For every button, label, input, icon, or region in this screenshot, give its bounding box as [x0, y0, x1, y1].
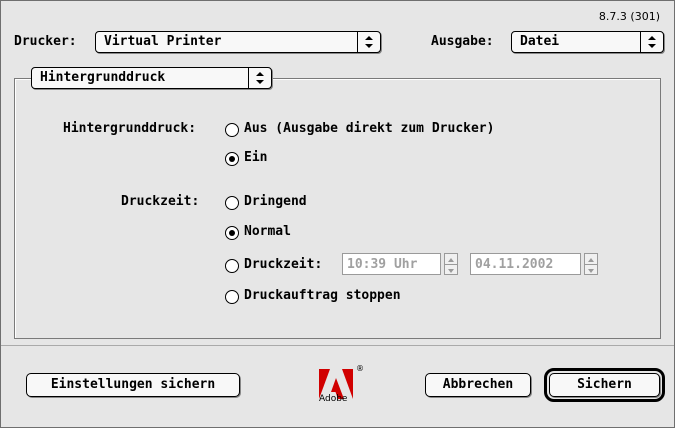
- printer-label: Drucker:: [14, 34, 77, 49]
- output-value: Datei: [520, 34, 560, 49]
- date-field[interactable]: 04.11.2002: [470, 253, 581, 275]
- print-time-label: Druckzeit:: [121, 194, 200, 209]
- time-stepper-icon[interactable]: [444, 253, 458, 275]
- popup-arrows-icon: [248, 68, 271, 88]
- print-dialog: 8.7.3 (301) Drucker: Virtual Printer Aus…: [0, 0, 675, 428]
- radio-scheduled[interactable]: [225, 259, 239, 273]
- radio-normal-label[interactable]: Normal: [244, 224, 291, 239]
- cancel-button[interactable]: Abbrechen: [425, 373, 531, 397]
- date-stepper-icon[interactable]: [584, 253, 598, 275]
- radio-stop[interactable]: [225, 290, 239, 304]
- output-popup[interactable]: Datei: [511, 31, 664, 53]
- radio-background-on-label[interactable]: Ein: [244, 150, 267, 165]
- radio-urgent[interactable]: [225, 196, 239, 210]
- popup-arrows-icon: [357, 32, 380, 52]
- separator: [1, 345, 674, 346]
- registered-mark: ®: [356, 364, 364, 373]
- time-field[interactable]: 10:39 Uhr: [342, 253, 441, 275]
- radio-background-off-label[interactable]: Aus (Ausgabe direkt zum Drucker): [244, 121, 494, 136]
- save-settings-button[interactable]: Einstellungen sichern: [26, 373, 240, 397]
- output-label: Ausgabe:: [431, 34, 494, 49]
- popup-arrows-icon: [640, 32, 663, 52]
- section-popup-value: Hintergrunddruck: [40, 70, 166, 85]
- radio-stop-label[interactable]: Druckauftrag stoppen: [244, 288, 401, 303]
- printer-value: Virtual Printer: [104, 34, 222, 49]
- adobe-logo-text: Adobe: [319, 394, 348, 404]
- radio-normal[interactable]: [225, 226, 239, 240]
- radio-urgent-label[interactable]: Dringend: [244, 194, 307, 209]
- section-popup[interactable]: Hintergrunddruck: [31, 67, 272, 89]
- version-label: 8.7.3 (301): [598, 10, 660, 23]
- radio-scheduled-label[interactable]: Druckzeit:: [244, 257, 322, 272]
- save-button[interactable]: Sichern: [544, 368, 665, 402]
- background-label: Hintergrunddruck:: [63, 121, 197, 136]
- radio-background-on[interactable]: [225, 152, 239, 166]
- radio-background-off[interactable]: [225, 123, 239, 137]
- printer-popup[interactable]: Virtual Printer: [95, 31, 381, 53]
